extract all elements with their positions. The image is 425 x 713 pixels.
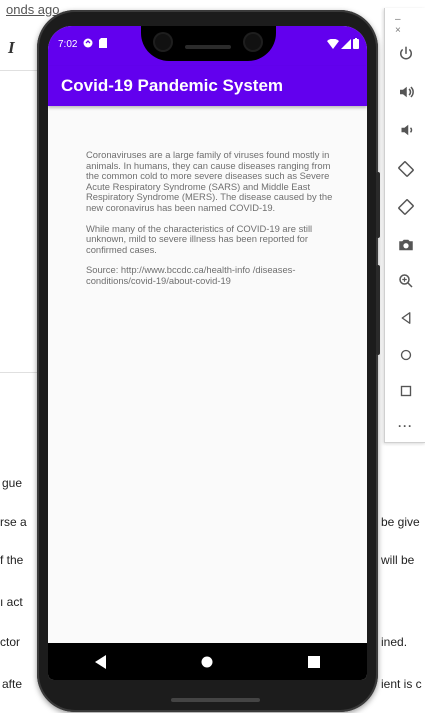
doc-line-fragment: gue: [2, 476, 23, 490]
app-title: Covid-19 Pandemic System: [61, 76, 284, 95]
sync-icon: [83, 38, 93, 51]
app-bar: Covid-19 Pandemic System: [48, 66, 367, 106]
doc-line-fragment: ctor: [0, 635, 21, 649]
volume-up-icon[interactable]: [385, 74, 425, 110]
emulator-toolbar: – × ···: [384, 8, 425, 443]
doc-line-fragment: ı act: [0, 595, 23, 609]
power-icon[interactable]: [385, 36, 425, 72]
doc-line-fragment: ient is c: [381, 677, 422, 691]
battery-icon: [353, 38, 359, 52]
phone-power-button[interactable]: [376, 172, 380, 238]
status-icons: [327, 38, 359, 52]
more-icon[interactable]: ···: [385, 408, 425, 444]
home-icon[interactable]: [385, 337, 425, 373]
status-time: 7:02: [58, 39, 78, 50]
phone-volume-button[interactable]: [376, 265, 380, 355]
rotate-left-icon[interactable]: [385, 151, 425, 187]
front-camera-icon: [155, 34, 171, 50]
italic-format-button[interactable]: I: [8, 38, 15, 58]
earpiece-speaker: [185, 45, 231, 49]
doc-line-fragment: ined.: [381, 635, 408, 649]
status-time-group: 7:02: [58, 38, 108, 51]
bottom-speaker-grille: [171, 698, 260, 702]
sd-card-icon: [99, 38, 108, 51]
camera-icon[interactable]: [385, 227, 425, 263]
info-content: Coronaviruses are a large family of viru…: [86, 149, 334, 297]
phone-screen: 7:02 Covid-19 Pandemic System Coronaviru…: [48, 26, 367, 680]
camera-notch: [141, 26, 276, 61]
back-icon[interactable]: [81, 647, 121, 677]
window-controls[interactable]: – ×: [395, 14, 425, 36]
wifi-icon: [327, 38, 339, 52]
doc-line-fragment: f the: [0, 553, 24, 567]
signal-icon: [341, 38, 351, 52]
doc-line-fragment: rse a: [0, 515, 27, 529]
doc-line-fragment: afte: [2, 677, 23, 691]
background-link-fragment[interactable]: onds ago: [6, 2, 60, 17]
phone-frame: 7:02 Covid-19 Pandemic System Coronaviru…: [37, 10, 380, 712]
overview-icon[interactable]: [294, 647, 334, 677]
info-paragraph: Coronaviruses are a large family of viru…: [86, 149, 333, 213]
rotate-right-icon[interactable]: [385, 189, 425, 225]
volume-down-icon[interactable]: [385, 112, 425, 148]
zoom-icon[interactable]: [385, 263, 425, 299]
source-paragraph: Source: http://www.bccdc.ca/health-info …: [86, 264, 296, 286]
front-sensor-icon: [245, 34, 261, 50]
info-paragraph: While many of the characteristics of COV…: [86, 222, 313, 255]
back-icon[interactable]: [385, 300, 425, 336]
home-icon[interactable]: [187, 647, 227, 677]
doc-line-fragment: be give: [381, 515, 420, 529]
doc-line-fragment: will be: [381, 553, 415, 567]
navigation-bar: [48, 643, 367, 680]
overview-icon[interactable]: [385, 373, 425, 409]
